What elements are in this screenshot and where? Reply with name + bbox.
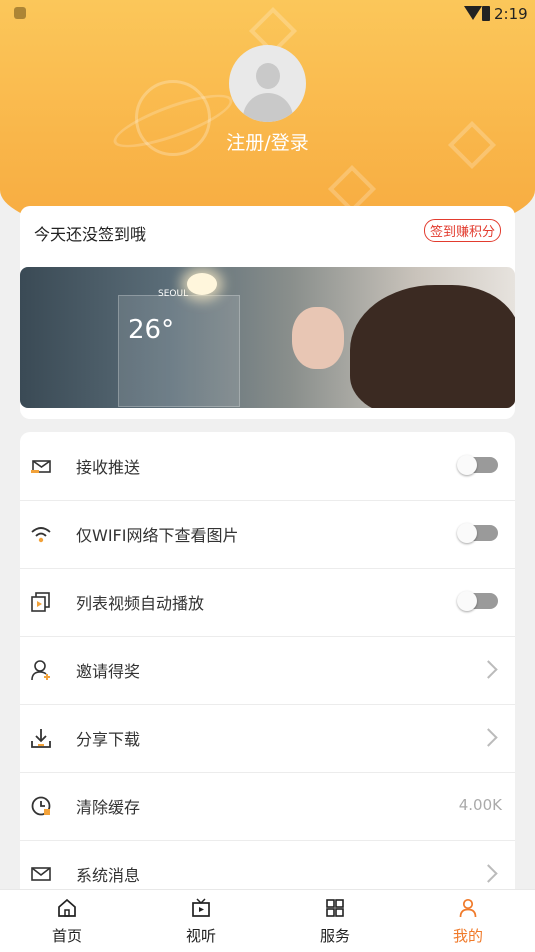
cache-size: 4.00K: [458, 796, 502, 814]
chevron-right-icon: [479, 864, 498, 883]
signin-card: 今天还没签到哦 签到赚积分 SEOUL 26°: [20, 206, 515, 419]
signin-prompt: 今天还没签到哦: [34, 225, 147, 244]
clear-cache-icon: [31, 796, 51, 816]
setting-label: 系统消息: [76, 866, 141, 885]
setting-label: 列表视频自动播放: [76, 594, 205, 613]
tab-label: 服务: [319, 927, 350, 945]
setting-label: 邀请得奖: [76, 662, 141, 681]
tab-label: 视听: [185, 927, 216, 945]
setting-label: 分享下载: [76, 730, 141, 749]
tab-media[interactable]: 视听: [134, 890, 268, 952]
wifi-images-toggle[interactable]: [457, 523, 498, 543]
wifi-icon: [464, 6, 482, 20]
avatar[interactable]: [229, 45, 306, 122]
setting-label: 仅WIFI网络下查看图片: [76, 526, 239, 545]
tab-services[interactable]: 服务: [268, 890, 402, 952]
shield-icon: [14, 7, 26, 19]
banner-temperature: 26°: [128, 315, 175, 345]
invite-user-icon: [31, 660, 50, 681]
weather-panel: [118, 295, 240, 407]
download-icon: [31, 729, 51, 748]
settings-list: 接收推送 仅WIFI网络下查看图片 列表视频自动播放 邀请得奖 分享下载 清除缓…: [20, 432, 515, 902]
push-toggle[interactable]: [457, 455, 498, 475]
bottom-tab-bar: 首页 视听 服务 我的: [0, 889, 535, 952]
sun-glow: [187, 273, 217, 295]
wifi-icon: [31, 527, 51, 543]
tab-home[interactable]: 首页: [0, 890, 134, 952]
setting-label: 接收推送: [76, 458, 141, 477]
tv-icon: [192, 898, 210, 917]
home-icon: [58, 898, 76, 917]
avatar-head: [256, 63, 280, 89]
setting-share-download[interactable]: 分享下载: [20, 704, 515, 773]
banner-city: SEOUL: [158, 289, 189, 299]
battery-icon: [482, 6, 490, 21]
tab-label: 首页: [51, 927, 82, 945]
avatar-body: [243, 93, 293, 122]
setting-clear-cache[interactable]: 清除缓存 4.00K: [20, 772, 515, 841]
signin-button[interactable]: 签到赚积分: [423, 219, 501, 242]
status-bar: 2:19: [0, 0, 535, 28]
setting-wifi-images[interactable]: 仅WIFI网络下查看图片: [20, 500, 515, 569]
setting-autoplay-video[interactable]: 列表视频自动播放: [20, 568, 515, 637]
status-time: 2:19: [494, 5, 528, 23]
person-icon: [459, 898, 477, 918]
chevron-right-icon: [479, 660, 498, 679]
setting-invite[interactable]: 邀请得奖: [20, 636, 515, 705]
push-mail-icon: [31, 460, 51, 473]
tab-label: 我的: [452, 927, 483, 945]
banner-figure-face: [292, 307, 344, 369]
banner-figure-hair: [350, 285, 515, 408]
promo-banner[interactable]: SEOUL 26°: [20, 267, 515, 408]
setting-label: 清除缓存: [76, 798, 141, 817]
tab-mine[interactable]: 我的: [401, 890, 535, 952]
video-play-icon: [31, 592, 50, 612]
setting-receive-push[interactable]: 接收推送: [20, 432, 515, 501]
autoplay-toggle[interactable]: [457, 591, 498, 611]
grid-icon: [326, 899, 344, 917]
login-register-link[interactable]: 注册/登录: [0, 128, 535, 155]
message-envelope-icon: [31, 867, 51, 881]
chevron-right-icon: [479, 728, 498, 747]
